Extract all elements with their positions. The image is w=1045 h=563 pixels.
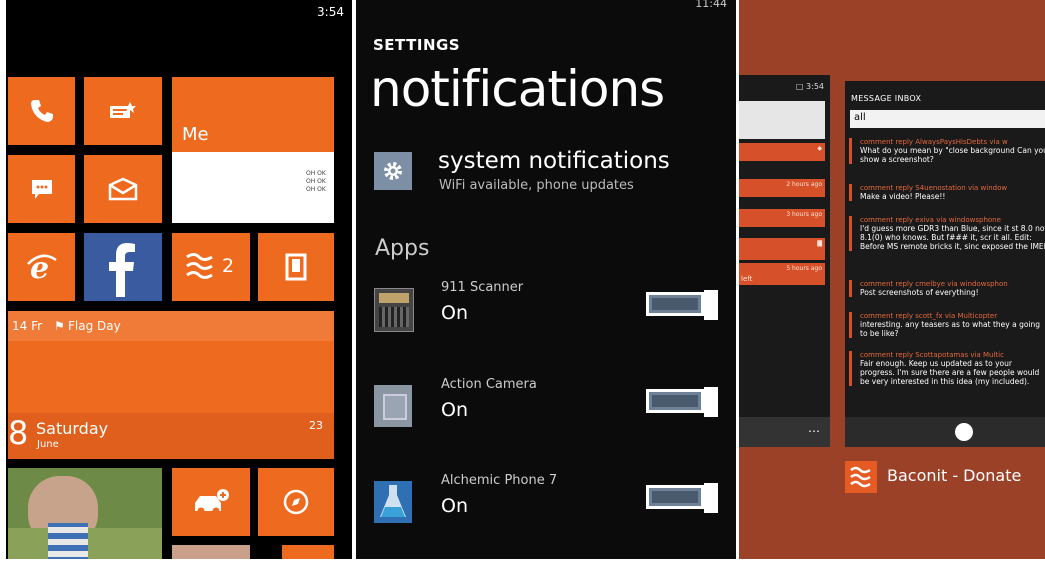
app-state: On [441,302,468,324]
panel-divider [352,0,355,563]
baconit-icon [184,251,214,283]
facebook-icon [84,233,162,301]
mail-icon [84,155,162,223]
message-inbox-phone: MESSAGE INBOX all comment reply AlwaysPa… [845,81,1045,447]
scanner-app-icon [374,288,414,332]
me-feed-preview: OH OK OH OK OH OK [172,152,334,223]
calendar-date-number: 8 [8,414,29,452]
calendar-header: 14 Fr ⚑ Flag Day [8,311,334,341]
phone-icon [8,77,75,145]
compass-icon [258,468,334,536]
office-tile[interactable] [258,233,334,301]
list-row[interactable]: 3 hours ago [739,209,825,227]
photo-stripes [48,523,88,563]
internet-explorer-icon: e [8,233,75,301]
list-row[interactable]: 5 hours ago left [739,263,825,285]
system-notifications-subtitle: WiFi available, phone updates [439,178,634,193]
calendar-header-day: 14 Fr [12,319,43,333]
baconit-icon [845,461,877,493]
list-row[interactable]: ◆ [739,143,825,161]
message-item[interactable]: comment reply scott_fx via Multicopter i… [849,312,1045,338]
phone-tile[interactable] [8,77,75,145]
me-icon: OH OK OH OK OH OK [306,170,326,193]
settings-panel: 11:44 SETTINGS notifications system noti… [356,0,737,563]
list-row[interactable]: ▇ [739,238,825,260]
calendar-side-number: 23 [309,419,323,432]
settings-clock: 11:44 [695,0,727,10]
notification-toggle[interactable] [646,387,718,417]
internet-explorer-tile[interactable]: e [8,233,75,301]
list-phone-clock: □ 3:54 [795,82,824,91]
calendar-month: June [37,439,59,450]
donate-label: Baconit - Donate [887,466,1022,485]
app-state: On [441,399,468,421]
calendar-footer: 8 Saturday June 23 [8,413,334,459]
system-notifications-title[interactable]: system notifications [438,148,670,174]
more-icon[interactable]: … [808,421,820,435]
calendar-event: Flag Day [68,319,121,333]
app-name: Action Camera [441,377,537,392]
calendar-weekday: Saturday [36,419,109,438]
camera-app-icon [374,385,412,427]
chat-tile[interactable] [8,155,75,223]
baconit-count: 2 [222,255,235,277]
inbox-filter[interactable]: all [850,110,1045,128]
start-screen-panel: 3:54 Me OH OK OH OK OH OK e 2 14 Fr ⚑ Fl… [0,0,352,563]
image-border-left [0,0,6,563]
message-item[interactable]: comment reply AlwaysPaysHisDebts via w W… [849,138,1045,164]
mail-tile[interactable] [84,155,162,223]
inbox-title: MESSAGE INBOX [851,94,922,103]
office-icon [258,233,334,301]
app-row-911-scanner[interactable]: 911 Scanner On [356,280,737,368]
app-row-action-camera[interactable]: Action Camera On [356,377,737,465]
chat-icon [8,155,75,223]
app-row-alchemic-phone[interactable]: Alchemic Phone 7 On [356,473,737,561]
settings-label: SETTINGS [373,36,461,54]
calendar-tile[interactable]: 14 Fr ⚑ Flag Day 8 Saturday June 23 [8,311,334,459]
notification-toggle[interactable] [646,483,718,513]
list-app-bar: … [739,417,830,447]
notification-toggle[interactable] [646,290,718,320]
list-row[interactable]: 2 hours ago [739,179,825,197]
panel-divider [736,0,739,563]
car-icon [172,468,250,536]
photos-tile[interactable] [8,468,162,563]
flask-app-icon [374,481,412,523]
me-tile[interactable]: Me OH OK OH OK OH OK [172,77,334,223]
message-item[interactable]: comment reply exiva via windowsphone I'd… [849,216,1045,251]
messaging-tile[interactable] [84,77,162,145]
compose-icon[interactable] [955,423,973,441]
apps-heading: Apps [375,236,430,261]
message-item[interactable]: comment reply S4uenostation via window M… [849,184,1045,201]
facebook-tile[interactable] [84,233,162,301]
page-title: notifications [370,60,665,118]
app-name: 911 Scanner [441,280,524,295]
inbox-app-bar [845,417,1045,447]
list-search-box[interactable] [739,101,825,139]
user-badge-icon: ▇ [817,240,822,247]
messaging-icon [84,77,162,145]
baconit-tile[interactable]: 2 [172,233,250,301]
car-tile[interactable] [172,468,250,536]
gear-icon[interactable] [374,152,412,190]
baconit-list-phone: □ 3:54 ◆ 2 hours ago 3 hours ago ▇ 5 hou… [739,75,830,447]
baconit-panel: □ 3:54 ◆ 2 hours ago 3 hours ago ▇ 5 hou… [739,0,1045,563]
message-item[interactable]: comment reply Scottapotamas via Multic F… [849,351,1045,386]
compass-tile[interactable] [258,468,334,536]
image-border-bottom [0,559,1045,563]
flag-icon: ⚑ [54,319,65,333]
status-time: 3:54 [317,5,344,19]
diamond-icon: ◆ [817,145,822,152]
message-item[interactable]: comment reply cmelbye via windowsphon Po… [849,280,1045,297]
app-state: On [441,495,468,517]
me-label: Me [182,124,209,145]
app-name: Alchemic Phone 7 [441,473,558,488]
